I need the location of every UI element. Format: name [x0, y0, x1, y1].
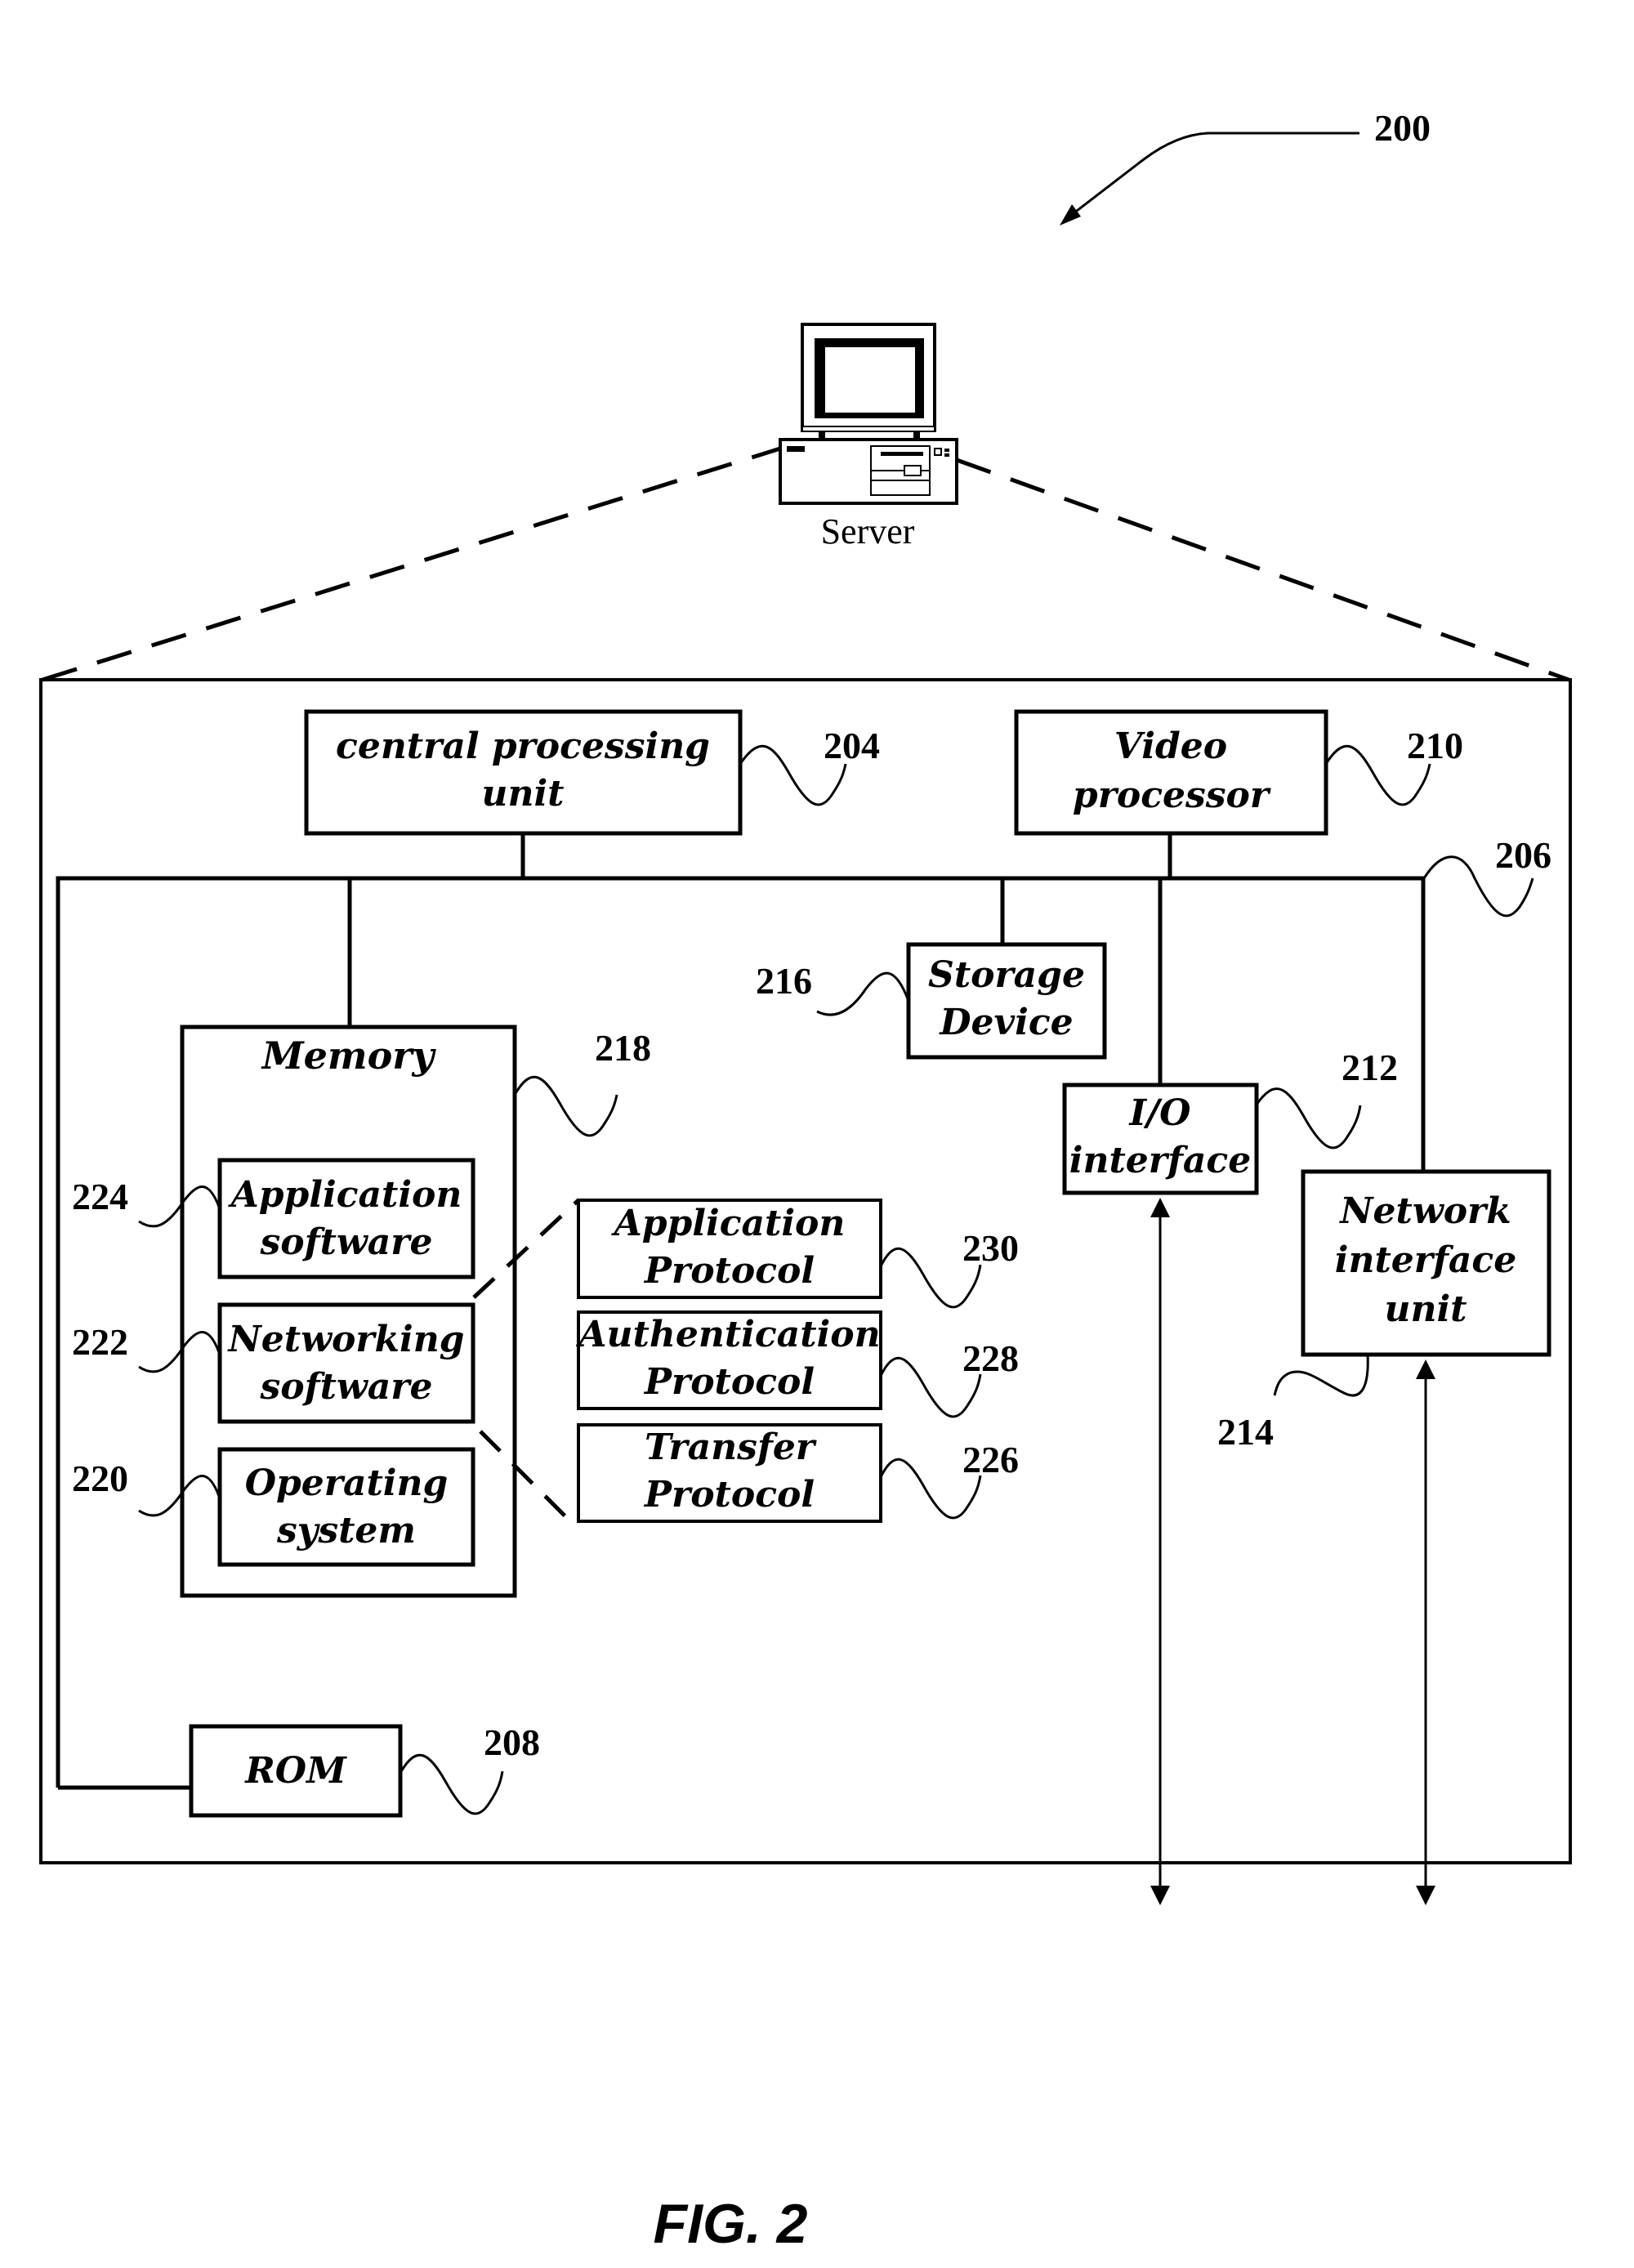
networking-software-block: Networking software 222: [72, 1302, 475, 1424]
expansion-line-left: [42, 446, 781, 682]
storage-label-line1: Storage: [928, 954, 1085, 996]
video-ref: 210: [1407, 725, 1463, 766]
storage-device-block: Storage Device 216: [756, 942, 1107, 1060]
memory-label: Memory: [261, 1034, 437, 1078]
app-software-ref: 224: [72, 1176, 128, 1217]
niu-line2: interface: [1335, 1239, 1516, 1281]
rom-label: ROM: [243, 1750, 347, 1792]
os-ref: 220: [72, 1458, 128, 1499]
app-software-line1: Application: [228, 1174, 462, 1216]
video-label-line1: Video: [1114, 725, 1227, 767]
io-line1: I/O: [1128, 1092, 1191, 1134]
os-line1: Operating: [245, 1462, 449, 1504]
app-protocol-ref: 230: [962, 1227, 1019, 1269]
transfer-protocol-ref: 226: [962, 1439, 1019, 1480]
authentication-protocol-block: Authentication Protocol 228: [575, 1310, 1019, 1418]
bus-ref: 206: [1495, 834, 1551, 876]
video-label-line2: processor: [1073, 775, 1271, 816]
storage-label-line2: Device: [938, 1002, 1073, 1043]
transfer-protocol-line1: Transfer: [645, 1426, 817, 1468]
cpu-label-line1: central processing: [336, 725, 710, 767]
figure-caption: FIG. 2: [654, 2193, 808, 2255]
net-software-ref: 222: [72, 1321, 128, 1363]
auth-protocol-line2: Protocol: [643, 1361, 815, 1403]
auth-protocol-line1: Authentication: [575, 1314, 880, 1355]
rom-block: ROM 208: [189, 1721, 540, 1818]
niu-line3: unit: [1384, 1288, 1467, 1330]
cpu-block: central processing unit 204: [304, 709, 880, 836]
video-processor-block: Video processor 210: [1014, 709, 1463, 836]
figure-reference-number: 200: [1374, 107, 1431, 149]
niu-line1: Network: [1338, 1190, 1511, 1232]
storage-ref: 216: [756, 960, 812, 1002]
io-line2: interface: [1069, 1140, 1251, 1181]
figure-reference-200: 200: [1060, 107, 1431, 225]
application-software-block: Application software 224: [72, 1158, 475, 1279]
server-icon: [779, 323, 958, 505]
application-protocol-block: Application Protocol 230: [577, 1199, 1019, 1309]
patent-figure: 200 Server 206 central processing unit 2…: [0, 0, 1634, 2268]
network-interface-unit-block: Network interface unit 214: [1217, 1169, 1551, 1453]
server-label: Server: [821, 511, 915, 551]
cpu-ref: 204: [824, 725, 880, 766]
net-software-line2: software: [260, 1366, 433, 1408]
transfer-protocol-line2: Protocol: [643, 1474, 815, 1516]
reference-leader-line: [1065, 132, 1359, 221]
rom-ref: 208: [484, 1721, 540, 1763]
operating-system-block: Operating system 220: [72, 1447, 475, 1567]
net-software-line1: Networking: [227, 1319, 465, 1360]
app-protocol-line2: Protocol: [643, 1250, 815, 1292]
memory-ref: 218: [595, 1027, 651, 1069]
transfer-protocol-block: Transfer Protocol 226: [577, 1423, 1019, 1523]
cpu-label-line2: unit: [481, 773, 564, 815]
io-ref: 212: [1342, 1047, 1398, 1088]
auth-protocol-ref: 228: [962, 1337, 1019, 1379]
reference-arrowhead: [1060, 204, 1081, 225]
diagram-svg: 200 Server 206 central processing unit 2…: [39, 107, 1572, 2255]
app-software-line2: software: [260, 1221, 433, 1263]
expansion-line-right: [956, 458, 1569, 682]
niu-ref: 214: [1217, 1411, 1274, 1453]
os-line2: system: [276, 1510, 416, 1551]
app-protocol-line1: Application: [611, 1203, 846, 1244]
